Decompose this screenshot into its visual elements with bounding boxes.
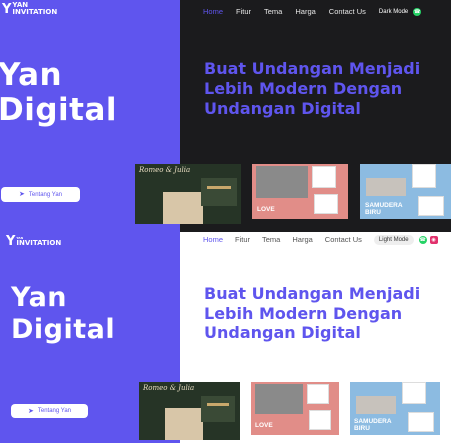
theme-card-green[interactable]: Romeo & Julia: [139, 382, 240, 440]
brand-name-line1: Yan: [0, 57, 63, 93]
hero-line3: Undangan Digital: [204, 99, 361, 118]
instagram-icon[interactable]: ◉: [429, 235, 438, 244]
hero-line1: Buat Undangan Menjadi: [204, 284, 421, 303]
logo-text: YAN INVITATION: [12, 2, 57, 16]
brand-name: Yan Digital: [0, 58, 117, 128]
send-icon: ➤: [27, 407, 34, 415]
theme-card-pink[interactable]: LOVE: [252, 164, 348, 219]
dark-mode-preview: Y YAN INVITATION Yan Digital ➤ Tentang Y…: [0, 0, 451, 232]
nav-fitur[interactable]: Fitur: [235, 235, 250, 244]
site-logo[interactable]: Y YAN INVITATION: [2, 2, 57, 16]
nav-contact[interactable]: Contact Us: [325, 235, 362, 244]
nav-harga[interactable]: Harga: [292, 235, 312, 244]
nav-tema[interactable]: Tema: [264, 7, 282, 16]
card-samudera-label: SAMUDERA BIRU: [354, 418, 392, 432]
theme-card-blue[interactable]: SAMUDERA BIRU: [350, 382, 440, 435]
nav-tema[interactable]: Tema: [262, 235, 280, 244]
card-love-label: LOVE: [257, 206, 275, 213]
logo-mark: Y: [6, 234, 15, 249]
logo-mark: Y: [2, 1, 11, 17]
logo-line2: INVITATION: [16, 239, 62, 247]
brand-name: Yan Digital: [11, 282, 115, 346]
hero-headline: Buat Undangan Menjadi Lebih Modern Denga…: [204, 284, 420, 343]
card-love-label: LOVE: [255, 422, 273, 429]
brand-name-line2: Digital: [11, 314, 116, 345]
card-script-title: Romeo & Julia: [143, 384, 195, 392]
card-samudera-line2: BIRU: [365, 209, 381, 216]
nav-contact[interactable]: Contact Us: [329, 7, 366, 16]
theme-toggle[interactable]: Dark Mode: [379, 9, 408, 15]
card-samudera-line2: BIRU: [354, 425, 370, 432]
whatsapp-icon[interactable]: ☎: [413, 7, 422, 16]
nav-home[interactable]: Home: [203, 235, 223, 244]
card-script-title: Romeo & Julia: [139, 166, 191, 174]
theme-card-pink[interactable]: LOVE: [251, 382, 339, 435]
hero-headline: Buat Undangan Menjadi Lebih Modern Denga…: [204, 59, 420, 119]
about-button-label: Tentang Yan: [28, 191, 62, 198]
logo-text: YAN INVITATION: [16, 236, 61, 247]
hero-line2: Lebih Modern Dengan: [204, 303, 403, 323]
card-samudera-line1: SAMUDERA: [354, 418, 392, 425]
send-icon: ➤: [18, 191, 25, 198]
logo-line2: INVITATION: [12, 8, 58, 16]
nav-fitur[interactable]: Fitur: [236, 7, 251, 16]
about-button[interactable]: ➤ Tentang Yan: [11, 404, 88, 418]
card-samudera-label: SAMUDERA BIRU: [365, 202, 403, 216]
hero-line1: Buat Undangan Menjadi: [204, 59, 421, 78]
nav-home[interactable]: Home: [203, 7, 223, 16]
about-button[interactable]: ➤ Tentang Yan: [1, 187, 80, 202]
nav-harga[interactable]: Harga: [295, 7, 315, 16]
theme-card-green[interactable]: Romeo & Julia: [135, 164, 241, 224]
main-nav: Home Fitur Tema Harga Contact Us Light M…: [203, 234, 438, 245]
hero-line3: Undangan Digital: [204, 323, 361, 342]
brand-name-line1: Yan: [11, 282, 68, 313]
about-button-label: Tentang Yan: [37, 408, 71, 414]
light-mode-preview: Y YAN INVITATION Yan Digital ➤ Tentang Y…: [0, 232, 451, 443]
card-samudera-line1: SAMUDERA: [365, 202, 403, 209]
site-logo[interactable]: Y YAN INVITATION: [6, 235, 61, 248]
brand-name-line2: Digital: [0, 92, 118, 128]
theme-card-blue[interactable]: SAMUDERA BIRU: [360, 164, 451, 219]
whatsapp-icon[interactable]: ☎: [418, 235, 427, 244]
hero-line2: Lebih Modern Dengan: [204, 79, 403, 98]
theme-toggle[interactable]: Light Mode: [373, 234, 414, 245]
main-nav: Home Fitur Tema Harga Contact Us Dark Mo…: [203, 6, 422, 17]
